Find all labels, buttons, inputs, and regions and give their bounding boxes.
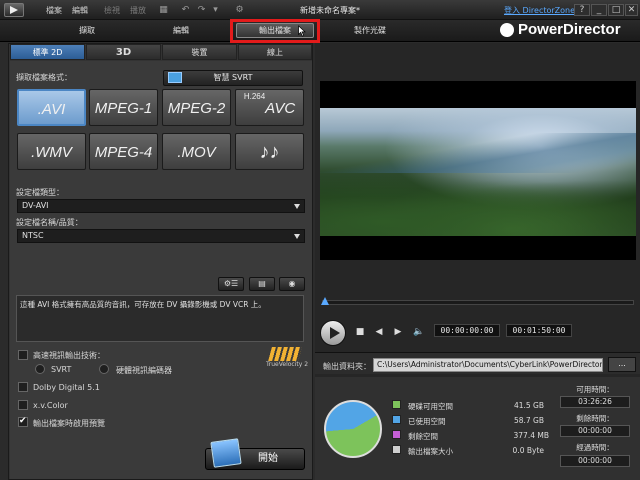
legend-free-value: 41.5 GB xyxy=(513,401,544,410)
hardware-encoder-label: 硬體視訊編碼器 xyxy=(116,366,172,375)
menu-view[interactable]: 檢視 xyxy=(104,5,120,16)
truevelocity-logo: TrueVelocity 2 xyxy=(266,347,309,369)
chevron-down-icon xyxy=(294,204,300,209)
dolby-checkbox[interactable] xyxy=(18,382,28,392)
dolby-label: Dolby Digital 5.1 xyxy=(33,383,100,392)
fast-render-checkbox[interactable] xyxy=(18,350,28,360)
elapsed-time-value: 00:00:00 xyxy=(560,455,630,467)
format-label: 擷取檔案格式： xyxy=(16,73,72,82)
available-time-value: 03:26:26 xyxy=(560,396,630,408)
previous-frame-icon[interactable]: ◀ xyxy=(373,327,385,337)
login-directorzone-link[interactable]: 登入 DirectorZone xyxy=(504,5,575,16)
avc-label: AVC xyxy=(265,100,296,117)
legend-swatch-free xyxy=(392,400,401,409)
menu-playback[interactable]: 播放 xyxy=(130,5,146,16)
legend-swatch-output-size xyxy=(392,445,401,454)
profile-preview-eye-icon[interactable]: ◉ xyxy=(279,277,305,291)
available-time-label: 可用時間： xyxy=(576,385,614,394)
next-frame-icon[interactable]: ▶ xyxy=(392,327,404,337)
mouse-cursor-icon xyxy=(298,25,306,37)
elapsed-time-label: 經過時間： xyxy=(576,443,614,452)
minimize-button[interactable]: _ xyxy=(591,4,607,16)
format-avi-button[interactable]: .AVI xyxy=(17,89,86,126)
chevron-down-icon xyxy=(294,234,300,239)
format-wmv-button[interactable]: .WMV xyxy=(17,133,86,170)
legend-output-size-label: 輸出檔案大小 xyxy=(408,447,453,456)
svrt-icon xyxy=(168,72,182,83)
fast-render-label: 高速視訊輸出技術： xyxy=(33,351,105,360)
timeline-scrubber[interactable] xyxy=(322,300,634,305)
legend-swatch-remaining xyxy=(392,430,401,439)
legend-free-label: 硬碟可用空間 xyxy=(408,402,453,411)
legend-used-value: 58.7 GB xyxy=(513,416,544,425)
menu-file[interactable]: 檔案 xyxy=(46,5,62,16)
smart-svrt-button[interactable]: 智慧 SVRT xyxy=(163,70,303,86)
maximize-button[interactable]: □ xyxy=(608,4,624,16)
subtab-standard-2d[interactable]: 標準 2D xyxy=(10,44,85,60)
output-path-field[interactable]: C:\Users\Administrator\Documents\CyberLi… xyxy=(373,358,603,372)
format-mov-button[interactable]: .MOV xyxy=(162,133,231,170)
output-folder-label: 輸出資料夾： xyxy=(323,362,371,371)
volume-icon[interactable]: 🔈 xyxy=(413,327,425,337)
h264-prefix: H.264 xyxy=(243,92,266,101)
profile-type-label: 設定檔類型： xyxy=(16,188,64,197)
current-timecode: 00:00:00:00 xyxy=(434,324,500,337)
enable-preview-label: 輸出檔案時啟用預覽 xyxy=(33,419,105,428)
video-frame-image xyxy=(320,108,636,236)
tab-capture[interactable]: 擷取 xyxy=(62,24,112,38)
settings-gear-icon[interactable]: ⚙ xyxy=(234,5,245,15)
profile-type-value: DV-AVI xyxy=(22,201,49,210)
help-button[interactable]: ? xyxy=(574,4,590,16)
svrt-radio[interactable] xyxy=(35,364,45,374)
tool-icon[interactable]: ▦ xyxy=(158,5,169,15)
profile-quality-select[interactable]: NTSC xyxy=(17,229,305,243)
legend-remaining-label: 剩餘空間 xyxy=(408,432,438,441)
format-mpeg1-button[interactable]: MPEG-1 xyxy=(89,89,158,126)
disk-space-pie-chart xyxy=(324,400,382,458)
subtab-device[interactable]: 裝置 xyxy=(162,44,237,60)
format-description: 這種 AVI 格式擁有高品質的音訊，可存放在 DV 攝錄影機或 DV VCR 上… xyxy=(16,295,304,342)
truevelocity-text: TrueVelocity 2 xyxy=(266,361,309,368)
hardware-encoder-radio[interactable] xyxy=(99,364,109,374)
play-button[interactable] xyxy=(320,320,346,346)
xvcolor-checkbox[interactable] xyxy=(18,400,28,410)
close-button[interactable]: ✕ xyxy=(625,4,638,16)
enable-preview-checkbox[interactable] xyxy=(18,416,28,427)
remaining-time-value: 00:00:00 xyxy=(560,425,630,437)
profile-quality-label: 設定檔名稱/品質： xyxy=(16,218,83,227)
format-mpeg4-button[interactable]: MPEG-4 xyxy=(89,133,158,170)
menu-edit[interactable]: 編輯 xyxy=(72,5,88,16)
total-timecode: 00:01:50:00 xyxy=(506,324,572,337)
redo-icon[interactable]: ↷ xyxy=(196,5,207,15)
legend-remaining-value: 377.4 MB xyxy=(513,431,549,440)
format-audio-button[interactable]: ♪♪ xyxy=(235,133,304,170)
legend-used-label: 已使用空間 xyxy=(408,417,446,426)
dropdown-icon[interactable]: ▾ xyxy=(210,5,221,15)
film-strip-icon xyxy=(210,438,242,468)
app-icon xyxy=(4,3,24,17)
legend-output-size-value: 0.0 Byte xyxy=(512,446,544,455)
xvcolor-label: x.v.Color xyxy=(33,401,68,410)
scrubber-handle[interactable] xyxy=(321,297,329,305)
format-h264-avc-button[interactable]: H.264AVC xyxy=(235,89,304,126)
project-title: 新增未命名專案* xyxy=(300,6,360,15)
format-mpeg2-button[interactable]: MPEG-2 xyxy=(162,89,231,126)
brand-name: PowerDirector xyxy=(518,21,621,38)
undo-icon[interactable]: ↶ xyxy=(180,5,191,15)
profile-settings-button[interactable]: ⚙☰ xyxy=(218,277,244,291)
stop-icon[interactable]: ■ xyxy=(354,327,366,337)
profile-type-select[interactable]: DV-AVI xyxy=(17,199,305,213)
profile-list-button[interactable]: ▤ xyxy=(249,277,275,291)
subtab-3d[interactable]: 3D xyxy=(86,44,161,60)
tab-create-disc[interactable]: 製作光碟 xyxy=(345,24,395,38)
legend-swatch-used xyxy=(392,415,401,424)
svrt-radio-label: SVRT xyxy=(51,365,72,374)
subtab-online[interactable]: 線上 xyxy=(238,44,312,60)
browse-folder-button[interactable]: ... xyxy=(608,357,636,372)
tab-edit[interactable]: 編輯 xyxy=(156,24,206,38)
remaining-time-label: 剩餘時間： xyxy=(576,414,614,423)
powerdirector-logo-icon xyxy=(500,23,514,37)
profile-quality-value: NTSC xyxy=(22,231,44,240)
